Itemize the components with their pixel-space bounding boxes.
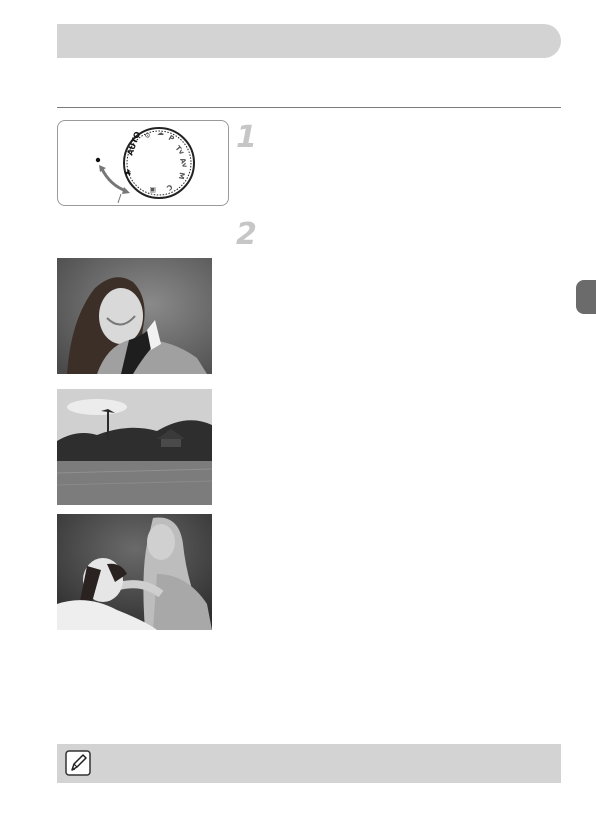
photo-child-dog (57, 514, 212, 630)
photo-portrait (57, 258, 212, 374)
mode-dial-illustration: ⚙ ☁ P Tv Av M C ▣ AUTO ♣ (57, 120, 229, 206)
page-title-bar (57, 24, 561, 58)
step-number-1: 1 (236, 120, 257, 155)
pencil-icon (65, 750, 91, 776)
chapter-side-tab (576, 280, 596, 314)
svg-text:☁: ☁ (157, 129, 164, 137)
mode-dial-icon: ⚙ ☁ P Tv Av M C ▣ AUTO ♣ (95, 127, 195, 204)
step-number-2: 2 (236, 217, 257, 252)
photo-landscape (57, 389, 212, 505)
svg-text:▣: ▣ (149, 186, 156, 194)
section-divider (57, 107, 561, 108)
svg-text:M: M (177, 172, 186, 180)
note-bar (57, 744, 561, 783)
